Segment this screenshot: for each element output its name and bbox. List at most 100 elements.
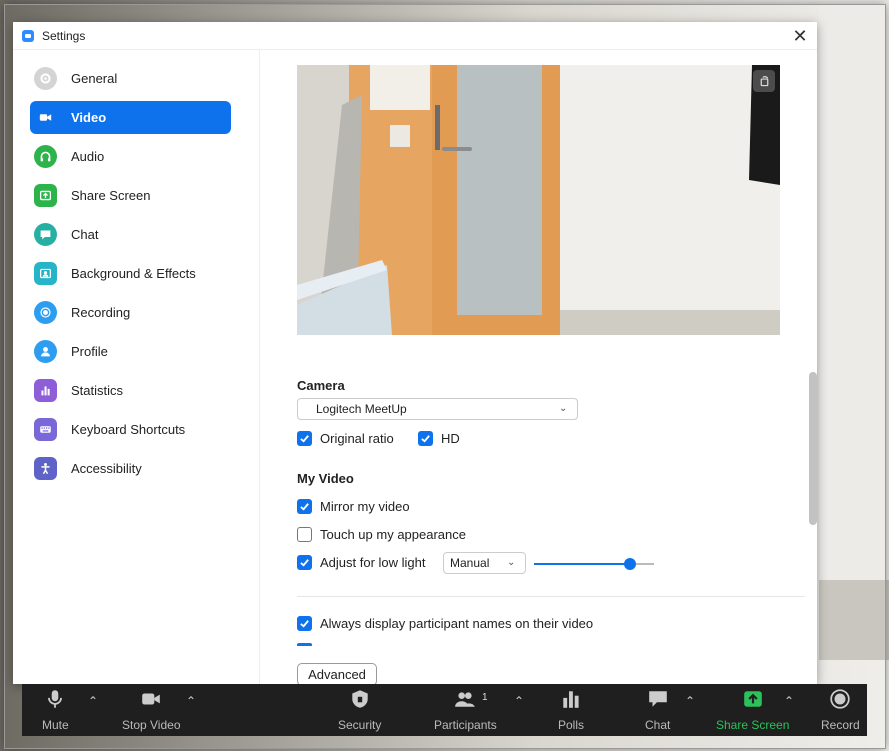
video-camera-icon xyxy=(34,106,57,129)
participant-names-label: Always display participant names on thei… xyxy=(320,616,594,631)
touch-up-checkbox[interactable] xyxy=(297,527,312,542)
mirror-video-label: Mirror my video xyxy=(320,499,410,514)
shield-icon xyxy=(349,684,371,714)
chat-bubble-icon xyxy=(34,223,57,246)
sidebar-item-label: Recording xyxy=(71,305,131,320)
record-label: Record xyxy=(821,718,860,732)
original-ratio-label: Original ratio xyxy=(320,431,394,446)
original-ratio-checkbox[interactable] xyxy=(297,431,312,446)
low-light-label: Adjust for low light xyxy=(320,555,426,570)
accessibility-icon xyxy=(34,457,57,480)
participants-options-caret[interactable]: ⌃ xyxy=(512,694,526,708)
audio-options-caret[interactable]: ⌃ xyxy=(86,694,100,708)
stop-video-label: Stop Video xyxy=(122,718,181,732)
mute-label: Mute xyxy=(42,718,69,732)
video-camera-icon xyxy=(140,684,162,714)
record-button[interactable]: Record xyxy=(821,684,860,732)
advanced-button[interactable]: Advanced xyxy=(297,663,377,686)
sidebar-item-background-effects[interactable]: Background & Effects xyxy=(30,257,231,290)
stop-video-button[interactable]: Stop Video xyxy=(122,684,181,732)
video-options-caret[interactable]: ⌃ xyxy=(184,694,198,708)
low-light-slider-fill xyxy=(534,563,630,565)
microphone-icon xyxy=(44,684,66,714)
video-settings-panel: Camera Logitech MeetUp ⌄ Original ratio … xyxy=(260,50,817,686)
sidebar-item-general[interactable]: General xyxy=(30,62,231,95)
sidebar-item-label: Chat xyxy=(71,227,99,242)
chat-options-caret[interactable]: ⌃ xyxy=(683,694,697,708)
sidebar-item-label: Background & Effects xyxy=(71,266,196,281)
sidebar-item-label: Profile xyxy=(71,344,108,359)
profile-icon xyxy=(34,340,57,363)
sidebar-item-video[interactable]: Video xyxy=(30,101,231,134)
scrollbar[interactable] xyxy=(809,50,817,684)
sidebar-item-accessibility[interactable]: Accessibility xyxy=(30,452,231,485)
camera-select-value: Logitech MeetUp xyxy=(316,402,407,416)
sidebar-item-audio[interactable]: Audio xyxy=(30,140,231,173)
participants-count: 1 xyxy=(482,692,488,703)
mute-button[interactable]: Mute xyxy=(42,684,69,732)
sidebar-item-label: Share Screen xyxy=(71,188,151,203)
sidebar-item-chat[interactable]: Chat xyxy=(30,218,231,251)
background-icon xyxy=(34,262,57,285)
low-light-slider[interactable] xyxy=(534,558,654,570)
sidebar-item-label: Audio xyxy=(71,149,105,164)
participant-names-checkbox[interactable] xyxy=(297,616,312,631)
gear-icon xyxy=(34,67,57,90)
chat-label: Chat xyxy=(645,718,671,732)
sidebar-item-label: General xyxy=(71,71,118,86)
original-ratio-option: Original ratio xyxy=(297,431,394,446)
sidebar-item-label: Accessibility xyxy=(71,461,142,476)
zoom-app-icon xyxy=(22,29,34,42)
share-screen-label: Share Screen xyxy=(716,718,790,732)
low-light-checkbox[interactable] xyxy=(297,555,312,570)
divider xyxy=(297,596,805,597)
participants-label: Participants xyxy=(434,718,497,732)
share-screen-icon xyxy=(742,684,764,714)
background-floor xyxy=(819,580,889,660)
my-video-heading: My Video xyxy=(297,471,354,486)
sidebar-item-recording[interactable]: Recording xyxy=(30,296,231,329)
share-screen-icon xyxy=(34,184,57,207)
record-icon xyxy=(829,684,851,714)
hd-label: HD xyxy=(441,431,460,446)
sidebar-item-label: Video xyxy=(71,110,107,125)
sidebar-item-share-screen[interactable]: Share Screen xyxy=(30,179,231,212)
statistics-icon xyxy=(34,379,57,402)
participants-icon xyxy=(454,684,476,714)
chat-bubble-icon xyxy=(647,684,669,714)
camera-select[interactable]: Logitech MeetUp ⌄ xyxy=(297,398,578,420)
background-wall xyxy=(819,0,889,610)
settings-sidebar: General Video Audio Share Screen Chat Ba… xyxy=(13,50,260,684)
security-button[interactable]: Security xyxy=(338,684,381,732)
chevron-down-icon: ⌄ xyxy=(507,557,516,568)
rotate-camera-button[interactable] xyxy=(753,70,775,92)
sidebar-item-keyboard-shortcuts[interactable]: Keyboard Shortcuts xyxy=(30,413,231,446)
chevron-down-icon: ⌄ xyxy=(559,403,568,414)
recording-icon xyxy=(34,301,57,324)
partially-hidden-checkbox[interactable] xyxy=(297,643,312,646)
mirror-option: Mirror my video xyxy=(297,499,410,514)
keyboard-icon xyxy=(34,418,57,441)
polls-button[interactable]: Polls xyxy=(558,684,584,732)
mirror-video-checkbox[interactable] xyxy=(297,499,312,514)
polls-label: Polls xyxy=(558,718,585,732)
window-title: Settings xyxy=(42,28,86,43)
close-button[interactable]: ✕ xyxy=(789,25,811,47)
security-label: Security xyxy=(338,718,382,732)
share-options-caret[interactable]: ⌃ xyxy=(782,694,796,708)
sidebar-item-statistics[interactable]: Statistics xyxy=(30,374,231,407)
sidebar-item-profile[interactable]: Profile xyxy=(30,335,231,368)
camera-heading: Camera xyxy=(297,378,345,393)
low-light-mode-value: Manual xyxy=(450,556,490,570)
hd-checkbox[interactable] xyxy=(418,431,433,446)
titlebar: Settings ✕ xyxy=(13,22,817,50)
share-screen-button[interactable]: Share Screen xyxy=(716,684,789,732)
scrollbar-thumb[interactable] xyxy=(809,372,817,525)
low-light-slider-thumb[interactable] xyxy=(624,558,636,570)
touch-up-label: Touch up my appearance xyxy=(320,527,466,542)
low-light-option: Adjust for low light xyxy=(297,555,426,570)
polls-icon xyxy=(560,684,582,714)
chat-button[interactable]: Chat xyxy=(645,684,670,732)
low-light-mode-select[interactable]: Manual ⌄ xyxy=(443,552,526,574)
hd-option: HD xyxy=(418,431,460,446)
